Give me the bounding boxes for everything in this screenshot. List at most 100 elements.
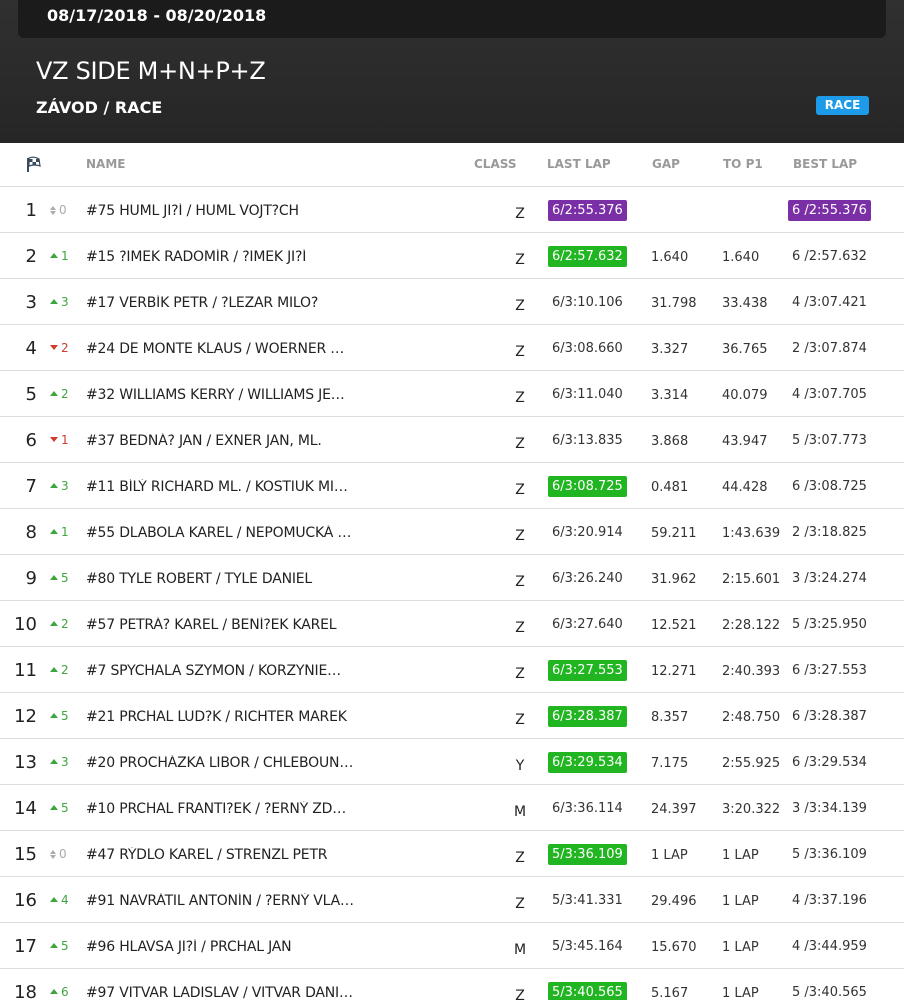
competitor-name: #21 PRCHAL LUD?K / RICHTER MAREK — [86, 709, 347, 725]
position-change: 2 — [50, 387, 69, 401]
last-lap: 6/3:11.040 — [552, 387, 623, 402]
last-lap: 6/3:10.106 — [552, 295, 623, 310]
last-lap: 6/3:26.240 — [552, 571, 623, 586]
position: 3 — [25, 292, 37, 313]
column-best-lap[interactable]: BEST LAP — [793, 157, 857, 171]
last-lap: 6/3:29.534 — [548, 752, 627, 773]
position: 17 — [14, 936, 37, 957]
class: Z — [515, 252, 525, 268]
arrow-up-icon — [50, 667, 58, 672]
table-row[interactable]: 10 2 #57 PETRÁ? KAREL / BENÍ?EK KAREL Z 6/3:… — [0, 601, 904, 647]
column-last-lap[interactable]: LAST LAP — [547, 157, 611, 171]
last-lap: 5/3:41.331 — [552, 893, 623, 908]
position-change-value: 0 — [59, 203, 67, 217]
gap-to-p1: 1 LAP — [722, 986, 759, 1000]
position-change: 4 — [50, 893, 69, 907]
position-change-value: 2 — [61, 617, 69, 631]
gap-to-p1: 1 LAP — [722, 940, 759, 955]
position-change: 5 — [50, 709, 69, 723]
last-lap: 6/3:08.660 — [552, 341, 623, 356]
last-lap: 6/2:57.632 — [548, 246, 627, 267]
gap-to-p1: 40.079 — [722, 388, 768, 403]
class: Z — [515, 298, 525, 314]
table-row[interactable]: 11 2 #7 SPYCHALA SZYMON / KORZYNIEWSKI Z 6/3… — [0, 647, 904, 693]
column-class[interactable]: CLASS — [474, 157, 517, 171]
table-row[interactable]: 18 6 #97 VITVAR LADISLAV / VITVAR DANIEL Z 5… — [0, 969, 904, 1000]
date-range: 08/17/2018 - 08/20/2018 — [47, 6, 267, 25]
arrow-up-icon — [50, 897, 58, 902]
table-row[interactable]: 16 4 #91 NAVRÁTIL ANTONÍN / ?ERNÝ VLADIMÍR… — [0, 877, 904, 923]
class: M — [513, 804, 527, 820]
last-lap: 6/3:13.835 — [552, 433, 623, 448]
position-change-value: 4 — [61, 893, 69, 907]
position-change: 5 — [50, 801, 69, 815]
table-row[interactable]: 13 3 #20 PROCHÁZKA LIBOR / CHLEBOUN JAN Y 6/… — [0, 739, 904, 785]
table-row[interactable]: 8 1 #55 DLABOLA KAREL / NEPOMUCKÁ JANA Z 6/3… — [0, 509, 904, 555]
position-change-value: 5 — [61, 709, 69, 723]
session-name: ZÁVOD / RACE — [36, 98, 163, 117]
competitor-name: #32 WILLIAMS KERRY / WILLIAMS JEMMA — [86, 387, 354, 403]
table-row[interactable]: 4 2 #24 DE MONTE KLAUS / WOERNER MARKUS Z 6/… — [0, 325, 904, 371]
table-row[interactable]: 17 5 #96 HLAVSA JI?Í / PRCHAL JAN M 5/3:45.1… — [0, 923, 904, 969]
gap-to-p1: 3:20.322 — [722, 802, 781, 817]
class: Z — [515, 896, 525, 912]
table-row[interactable]: 7 3 #11 BÍLÝ RICHARD ML. / KOSTIUK MILAN Z 6… — [0, 463, 904, 509]
gap-to-p1: 36.765 — [722, 342, 768, 357]
competitor-name: #10 PRCHAL FRANTI?EK / ?ERNÝ ZDEN?K — [86, 801, 354, 817]
position-change: 0 — [50, 847, 67, 861]
gap: 3.314 — [651, 388, 689, 403]
gap: 31.798 — [651, 296, 697, 311]
table-row[interactable]: 12 5 #21 PRCHAL LUD?K / RICHTER MAREK Z 6/3:… — [0, 693, 904, 739]
best-lap: 6 /2:55.376 — [788, 200, 871, 221]
gap: 0.481 — [651, 480, 689, 495]
arrow-up-icon — [50, 989, 58, 994]
position-change-value: 2 — [61, 387, 69, 401]
table-row[interactable]: 14 5 #10 PRCHAL FRANTI?EK / ?ERNÝ ZDEN?K M 6… — [0, 785, 904, 831]
arrow-down-icon — [50, 345, 58, 350]
date-bar: 08/17/2018 - 08/20/2018 — [18, 0, 886, 38]
position: 13 — [14, 752, 37, 773]
table-row[interactable]: 2 1 #15 ?IMEK RADOMÍR / ?IMEK JI?Í Z 6/2:57.… — [0, 233, 904, 279]
table-row[interactable]: 6 1 #37 BEDNÁ? JAN / EXNER JAN, ML. Z 6/3:13… — [0, 417, 904, 463]
column-name[interactable]: NAME — [86, 157, 125, 171]
competitor-name: #11 BÍLÝ RICHARD ML. / KOSTIUK MILAN — [86, 479, 354, 495]
table-row[interactable]: 15 0 #47 RÝDLO KAREL / STRENZL PETR Z 5/3:36… — [0, 831, 904, 877]
position-change-value: 2 — [61, 663, 69, 677]
gap-to-p1: 2:55.925 — [722, 756, 781, 771]
event-header: 08/17/2018 - 08/20/2018 VZ SIDE M+N+P+Z … — [0, 0, 904, 143]
class: Z — [515, 712, 525, 728]
position: 7 — [25, 476, 37, 497]
position: 12 — [14, 706, 37, 727]
position-change: 0 — [50, 203, 67, 217]
best-lap: 6 /3:29.534 — [792, 755, 867, 770]
table-row[interactable]: 1 0 #75 HUML JI?Í / HUML VOJT?CH Z 6/2:55.37… — [0, 187, 904, 233]
class: Z — [515, 482, 525, 498]
gap: 31.962 — [651, 572, 697, 587]
class: Y — [515, 758, 525, 774]
gap-to-p1: 1.640 — [722, 250, 760, 265]
last-lap: 6/3:28.387 — [548, 706, 627, 727]
best-lap: 2 /3:07.874 — [792, 341, 867, 356]
arrow-up-icon — [50, 759, 58, 764]
competitor-name: #55 DLABOLA KAREL / NEPOMUCKÁ JANA — [86, 525, 354, 541]
table-row[interactable]: 3 3 #17 VERBÍK PETR / ?LEZAR MILO? Z 6/3:10.… — [0, 279, 904, 325]
last-lap: 6/3:27.640 — [552, 617, 623, 632]
table-row[interactable]: 9 5 #80 TYLE ROBERT / TYLE DANIEL Z 6/3:26.2… — [0, 555, 904, 601]
competitor-name: #75 HUML JI?Í / HUML VOJT?CH — [86, 203, 299, 219]
column-gap[interactable]: GAP — [652, 157, 680, 171]
last-lap: 5/3:45.164 — [552, 939, 623, 954]
position: 4 — [25, 338, 37, 359]
position: 1 — [25, 200, 37, 221]
class: Z — [515, 574, 525, 590]
gap-to-p1: 2:40.393 — [722, 664, 781, 679]
class: Z — [515, 620, 525, 636]
last-lap: 6/2:55.376 — [548, 200, 627, 221]
column-to-p1[interactable]: TO P1 — [723, 157, 763, 171]
competitor-name: #47 RÝDLO KAREL / STRENZL PETR — [86, 847, 328, 863]
class: M — [513, 942, 527, 958]
table-row[interactable]: 5 2 #32 WILLIAMS KERRY / WILLIAMS JEMMA Z 6/… — [0, 371, 904, 417]
position: 16 — [14, 890, 37, 911]
best-lap: 5 /3:25.950 — [792, 617, 867, 632]
best-lap: 3 /3:34.139 — [792, 801, 867, 816]
position-change: 2 — [50, 663, 69, 677]
